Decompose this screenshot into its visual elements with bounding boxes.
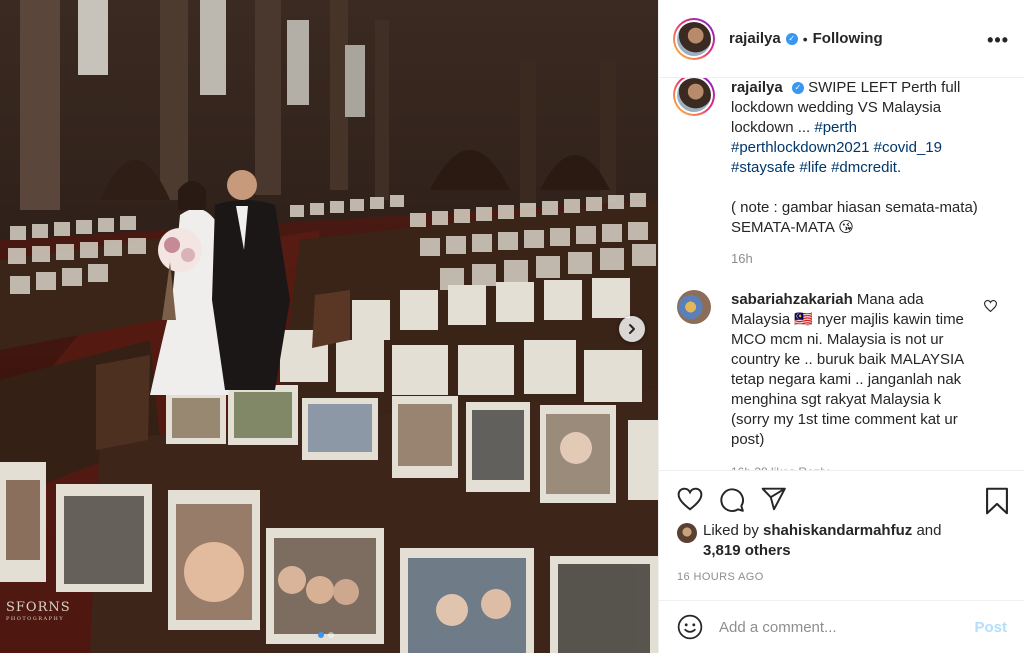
likes-summary: Liked by shahiskandarmahfuz and 3,819 ot… xyxy=(677,521,941,561)
more-options-icon[interactable]: ••• xyxy=(987,30,1009,51)
watermark-text: SFORNS xyxy=(6,600,71,615)
hashtag-link[interactable]: #life xyxy=(799,159,827,176)
add-comment-bar: Post xyxy=(659,600,1024,653)
watermark-subtext: PHOTOGRAPHY xyxy=(6,616,65,622)
caption-author-avatar[interactable] xyxy=(673,78,715,116)
comment-bubble-icon[interactable] xyxy=(719,487,745,513)
post-time-ago[interactable]: 16 HOURS AGO xyxy=(677,571,764,583)
likes-count-button[interactable]: 3,819 others xyxy=(703,542,791,559)
hashtag-link[interactable]: #perthlockdown2021 xyxy=(731,139,869,156)
verified-badge-icon: ✓ xyxy=(791,82,804,95)
wedding-photo xyxy=(0,0,658,653)
post-caption: rajailya ✓ SWIPE LEFT Perth full lockdow… xyxy=(659,78,1024,269)
comment-input[interactable] xyxy=(719,618,959,636)
post-sidebar: rajailya ✓ • Following ••• rajailya ✓ SW… xyxy=(658,0,1024,653)
hashtag-link[interactable]: #staysafe xyxy=(731,159,795,176)
emoji-smiley-icon[interactable] xyxy=(677,614,703,640)
liked-by-and: and xyxy=(916,522,942,539)
author-avatar[interactable] xyxy=(673,17,715,60)
save-bookmark-icon[interactable] xyxy=(985,487,1009,515)
carousel-dot-1 xyxy=(318,632,324,638)
carousel-dot-2 xyxy=(328,632,334,638)
following-button[interactable]: Following xyxy=(813,30,883,47)
liker-username[interactable]: shahiskandarmahfuz xyxy=(763,522,912,539)
chevron-right-icon xyxy=(629,324,635,334)
caption-username[interactable]: rajailya xyxy=(731,79,783,96)
comments-section[interactable]: rajailya ✓ SWIPE LEFT Perth full lockdow… xyxy=(659,78,1024,470)
carousel-indicator xyxy=(318,632,334,638)
hashtag-link[interactable]: #perth xyxy=(814,119,857,136)
photographer-watermark: SFORNS PHOTOGRAPHY xyxy=(6,600,71,622)
carousel-next-button[interactable] xyxy=(619,316,645,342)
commenter-username[interactable]: sabariahzakariah xyxy=(731,291,853,308)
like-heart-icon[interactable] xyxy=(677,487,703,511)
share-send-icon[interactable] xyxy=(761,487,787,511)
comment-item: sabariahzakariah Mana ada Malaysia 🇲🇾 ny… xyxy=(659,290,1024,470)
post-actions: Liked by shahiskandarmahfuz and 3,819 ot… xyxy=(659,470,1024,600)
like-comment-heart-icon[interactable] xyxy=(984,300,997,312)
liked-by-prefix: Liked by xyxy=(703,522,759,539)
caption-note: ( note : gambar hiasan semata-mata) SEMA… xyxy=(731,199,978,236)
caption-timestamp[interactable]: 16h xyxy=(731,249,989,269)
comment-meta[interactable]: 16h 28 likes Reply xyxy=(731,462,981,470)
post-comment-button[interactable]: Post xyxy=(974,619,1007,636)
instagram-post: SFORNS PHOTOGRAPHY rajailya ✓ • Followin… xyxy=(0,0,1024,653)
liker-avatar[interactable] xyxy=(677,523,697,543)
comment-text: Mana ada Malaysia 🇲🇾 nyer majlis kawin t… xyxy=(731,291,964,448)
hashtag-link[interactable]: #covid_19 xyxy=(874,139,942,156)
hashtag-link[interactable]: #dmcredit. xyxy=(831,159,901,176)
post-media[interactable]: SFORNS PHOTOGRAPHY xyxy=(0,0,658,653)
author-username[interactable]: rajailya xyxy=(729,30,781,47)
header-separator: • xyxy=(802,30,808,47)
post-header: rajailya ✓ • Following ••• xyxy=(659,0,1024,78)
verified-badge-icon: ✓ xyxy=(785,32,798,45)
commenter-avatar[interactable] xyxy=(677,290,711,324)
